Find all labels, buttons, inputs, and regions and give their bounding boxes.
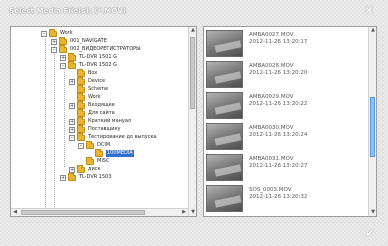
tree-item-work-sub[interactable]: Work — [69, 92, 101, 101]
folder-icon — [49, 28, 57, 37]
file-date: 2012-11-26 13:20:32 — [249, 194, 308, 200]
folder-tree: – Work + 001_NAVIGATE – 002_ВИДЕОРЕГИСТР… — [11, 27, 188, 208]
tree-item-tl-dvr-1503[interactable]: + TL-DVR 1503 — [60, 172, 112, 181]
video-thumbnail — [206, 185, 243, 212]
tree-item-label: Поставщику — [88, 126, 121, 132]
video-thumbnail — [206, 154, 243, 181]
tree-item-label: диск — [88, 166, 101, 172]
scroll-up-icon[interactable]: ▲ — [369, 27, 376, 34]
tree-item-scheme[interactable]: Scheme — [69, 84, 109, 93]
tree-item-device[interactable]: + Device — [69, 76, 106, 85]
tree-item-label: Device — [88, 78, 106, 84]
expand-icon[interactable]: + — [69, 118, 75, 125]
expand-icon[interactable]: + — [69, 102, 75, 109]
file-name: AMBA0031.MOV — [249, 156, 294, 162]
collapse-icon[interactable]: – — [41, 30, 47, 37]
tree-item-label: 002_ВИДЕОРЕГИСТРАТОРЫ — [70, 46, 141, 52]
folder-icon — [68, 172, 76, 181]
tree-item-label: TL-DVR 1502 G — [79, 62, 117, 68]
folder-icon — [77, 132, 85, 141]
file-list-panel: AMBA0027.MOV 2012-11-26 13:20:17 AMBA002… — [203, 26, 377, 217]
tree-item-for-site[interactable]: Для сайта — [69, 108, 115, 117]
tree-item-work[interactable]: – Work — [41, 28, 73, 37]
video-thumbnail — [206, 92, 243, 119]
file-name: SOS_0003.MOV — [249, 187, 292, 193]
tree-item-label: MISC — [97, 158, 110, 164]
tree-item-label: Входящее — [88, 102, 115, 108]
file-item[interactable]: AMBA0027.MOV 2012-11-26 13:20:17 — [206, 30, 366, 60]
tree-item-label: Краткий мануал — [88, 118, 132, 124]
scroll-left-icon[interactable]: ◀ — [11, 209, 19, 216]
tree-item-label: TL-DVR 1503 — [79, 174, 112, 180]
expand-icon[interactable]: + — [51, 38, 57, 45]
close-button[interactable]: ✕ — [361, 4, 377, 20]
scroll-right-icon[interactable]: ▶ — [180, 209, 188, 216]
file-item[interactable]: AMBA0029.MOV 2012-11-26 13:20:22 — [206, 92, 366, 122]
collapse-icon[interactable]: – — [78, 142, 84, 149]
file-name: AMBA0029.MOV — [249, 94, 294, 100]
folder-icon — [86, 140, 94, 149]
folder-icon — [95, 148, 103, 157]
tree-vertical-scrollbar[interactable]: ▲ ▼ — [188, 27, 196, 216]
tree-guide-line — [54, 46, 55, 208]
file-date: 2012-11-26 13:20:24 — [249, 132, 308, 138]
file-item[interactable]: AMBA0031.MOV 2012-11-26 13:20:27 — [206, 154, 366, 184]
tree-item-box[interactable]: Box — [69, 68, 98, 77]
file-name: AMBA0027.MOV — [249, 32, 294, 38]
scroll-down-icon[interactable]: ▼ — [189, 209, 196, 216]
select-media-dialog: Select Media File(s): (*.MOV) ✕ – Work +… — [0, 0, 388, 246]
file-date: 2012-11-26 13:20:17 — [249, 39, 308, 45]
tree-item-002-videoregistrators[interactable]: – 002_ВИДЕОРЕГИСТРАТОРЫ — [51, 44, 141, 53]
scroll-thumb[interactable] — [370, 97, 375, 157]
file-date: 2012-11-26 13:20:27 — [249, 163, 308, 169]
folder-icon — [59, 44, 67, 53]
expand-icon[interactable]: + — [69, 78, 75, 85]
video-thumbnail — [206, 123, 243, 150]
folder-icon — [86, 156, 94, 165]
tree-item-label: Work — [88, 94, 101, 100]
scroll-thumb[interactable] — [190, 37, 195, 109]
file-item[interactable]: AMBA0030.MOV 2012-11-26 13:20:24 — [206, 123, 366, 153]
scroll-thumb[interactable] — [21, 210, 145, 215]
tree-item-100media[interactable]: 100MEDIA — [87, 148, 134, 157]
tree-item-incoming[interactable]: + Входящее — [69, 100, 115, 109]
file-item[interactable]: SOS_0003.MOV 2012-11-26 13:20:32 — [206, 185, 366, 215]
folder-icon — [68, 60, 76, 69]
video-thumbnail — [206, 61, 243, 88]
file-name: AMBA0028.MOV — [249, 63, 294, 69]
confirm-button[interactable]: ✔ — [362, 225, 378, 241]
tree-item-label: Для сайта — [88, 110, 115, 116]
tree-item-label: TL-DVR 1501 G — [79, 54, 117, 60]
video-thumbnail — [206, 30, 243, 57]
file-name: AMBA0030.MOV — [249, 125, 294, 131]
folder-tree-panel: – Work + 001_NAVIGATE – 002_ВИДЕОРЕГИСТР… — [10, 26, 197, 217]
expand-icon[interactable]: + — [69, 126, 75, 133]
dialog-title: Select Media File(s): (*.MOV) — [9, 7, 127, 15]
tree-guide-line — [64, 67, 65, 167]
folder-icon — [77, 164, 85, 173]
tree-item-label: Scheme — [88, 86, 109, 92]
expand-icon[interactable]: + — [60, 54, 66, 61]
expand-icon[interactable]: + — [60, 174, 66, 181]
tree-item-testing[interactable]: – Тестирование до выпуска — [69, 132, 157, 141]
tree-item-label: 001_NAVIGATE — [70, 38, 107, 44]
collapse-icon[interactable]: – — [51, 46, 57, 53]
scroll-up-icon[interactable]: ▲ — [189, 27, 196, 34]
file-item[interactable]: AMBA0028.MOV 2012-11-26 13:20:20 — [206, 61, 366, 91]
file-date: 2012-11-26 13:20:20 — [249, 70, 308, 76]
collapse-icon[interactable]: – — [69, 134, 75, 141]
tree-item-tl-dvr-1502[interactable]: – TL-DVR 1502 G — [60, 60, 117, 69]
tree-item-label: Тестирование до выпуска — [88, 134, 157, 140]
tree-item-label: 100MEDIA — [106, 150, 134, 157]
file-list-scrollbar[interactable]: ▲ ▼ — [368, 27, 376, 216]
tree-item-label: Box — [88, 70, 98, 76]
scroll-down-icon[interactable]: ▼ — [369, 209, 376, 216]
tree-guide-line — [45, 39, 46, 208]
file-date: 2012-11-26 13:20:22 — [249, 101, 308, 107]
collapse-icon[interactable]: – — [60, 62, 66, 69]
tree-horizontal-scrollbar[interactable]: ◀ ▶ — [11, 208, 188, 216]
